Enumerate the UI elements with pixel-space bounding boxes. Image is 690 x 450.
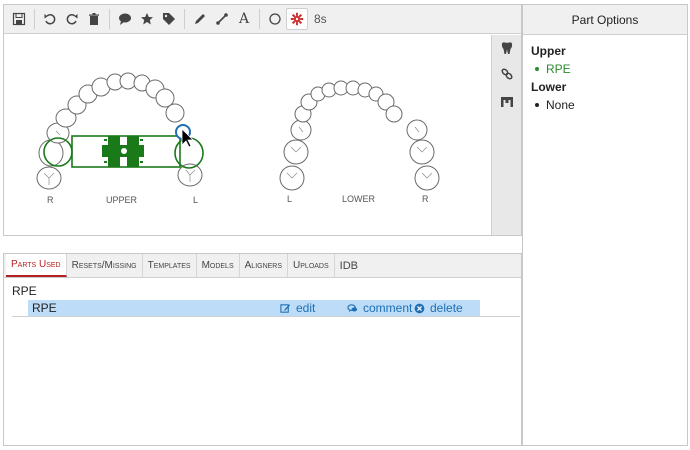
edit-label: edit	[296, 301, 316, 315]
delete-icon	[414, 303, 425, 313]
tab-templates[interactable]: Templates	[143, 254, 197, 277]
tooth-icon[interactable]	[492, 35, 522, 61]
circle-icon[interactable]	[264, 8, 286, 30]
tab-aligners[interactable]: Aligners	[240, 254, 289, 277]
rpe-expander	[102, 136, 144, 167]
lower-left-label: L	[287, 194, 292, 204]
timer-text: 8s	[314, 12, 327, 26]
comment-button[interactable]: comment	[347, 301, 412, 315]
bullet-icon	[535, 103, 539, 107]
toolbar-divider	[259, 9, 260, 29]
lower-right-label: R	[422, 194, 429, 204]
tab-parts-used[interactable]: Parts Used	[6, 254, 67, 277]
tab-idb[interactable]: IDB	[335, 254, 363, 277]
tab-resets-missing[interactable]: Resets/Missing	[67, 254, 143, 277]
row-divider	[12, 316, 520, 317]
parts-panel: Parts Used Resets/Missing Templates Mode…	[3, 253, 522, 446]
delete-label: delete	[430, 301, 463, 315]
tab-uploads[interactable]: Uploads	[288, 254, 335, 277]
table-row[interactable]: RPE edit comment delete	[28, 300, 480, 316]
line-icon[interactable]	[211, 8, 233, 30]
dental-arches: R UPPER L L LOWER R	[36, 72, 440, 205]
delete-button[interactable]: delete	[414, 301, 463, 315]
pencil-icon[interactable]	[189, 8, 211, 30]
text-icon[interactable]: A	[233, 8, 255, 30]
upper-heading: Upper	[531, 44, 566, 58]
option-label: None	[546, 98, 575, 112]
part-options-panel: Part Options Upper RPE Lower None	[522, 4, 688, 446]
redo-icon[interactable]	[61, 8, 83, 30]
toolbar-divider	[34, 9, 35, 29]
edit-button[interactable]: edit	[280, 301, 315, 315]
comment-icon	[347, 303, 358, 312]
tag-icon[interactable]	[158, 8, 180, 30]
part-name: RPE	[32, 301, 57, 315]
parts-group-title: RPE	[12, 284, 37, 298]
upper-option-rpe[interactable]: RPE	[535, 62, 679, 76]
trash-icon[interactable]	[83, 8, 105, 30]
undo-icon[interactable]	[39, 8, 61, 30]
tab-bar: Parts Used Resets/Missing Templates Mode…	[4, 254, 521, 278]
edit-icon	[280, 303, 291, 313]
upper-left-label: R	[47, 195, 54, 205]
link-icon[interactable]	[492, 61, 522, 87]
dental-chart-canvas[interactable]: R UPPER L L LOWER R	[4, 35, 491, 235]
lower-arch-label: LOWER	[342, 194, 376, 204]
bullet-icon	[535, 67, 539, 71]
side-tools	[491, 35, 521, 235]
gear-icon[interactable]	[286, 8, 308, 30]
chart-editor: A 8s R UPPER L L LOWER R	[3, 4, 522, 236]
toolbar-divider	[109, 9, 110, 29]
lower-heading: Lower	[531, 80, 567, 94]
tab-models[interactable]: Models	[197, 254, 240, 277]
toolbar: A 8s	[4, 5, 521, 34]
part-options-title: Part Options	[523, 5, 687, 35]
toolbar-divider	[184, 9, 185, 29]
lower-option-none[interactable]: None	[535, 98, 679, 112]
comment-icon[interactable]	[114, 8, 136, 30]
save-icon[interactable]	[8, 8, 30, 30]
option-label: RPE	[546, 62, 571, 76]
comment-label: comment	[363, 301, 413, 315]
upper-right-label: L	[193, 195, 198, 205]
star-icon[interactable]	[136, 8, 158, 30]
upper-arch-label: UPPER	[106, 195, 138, 205]
bridge-icon[interactable]	[492, 89, 522, 115]
